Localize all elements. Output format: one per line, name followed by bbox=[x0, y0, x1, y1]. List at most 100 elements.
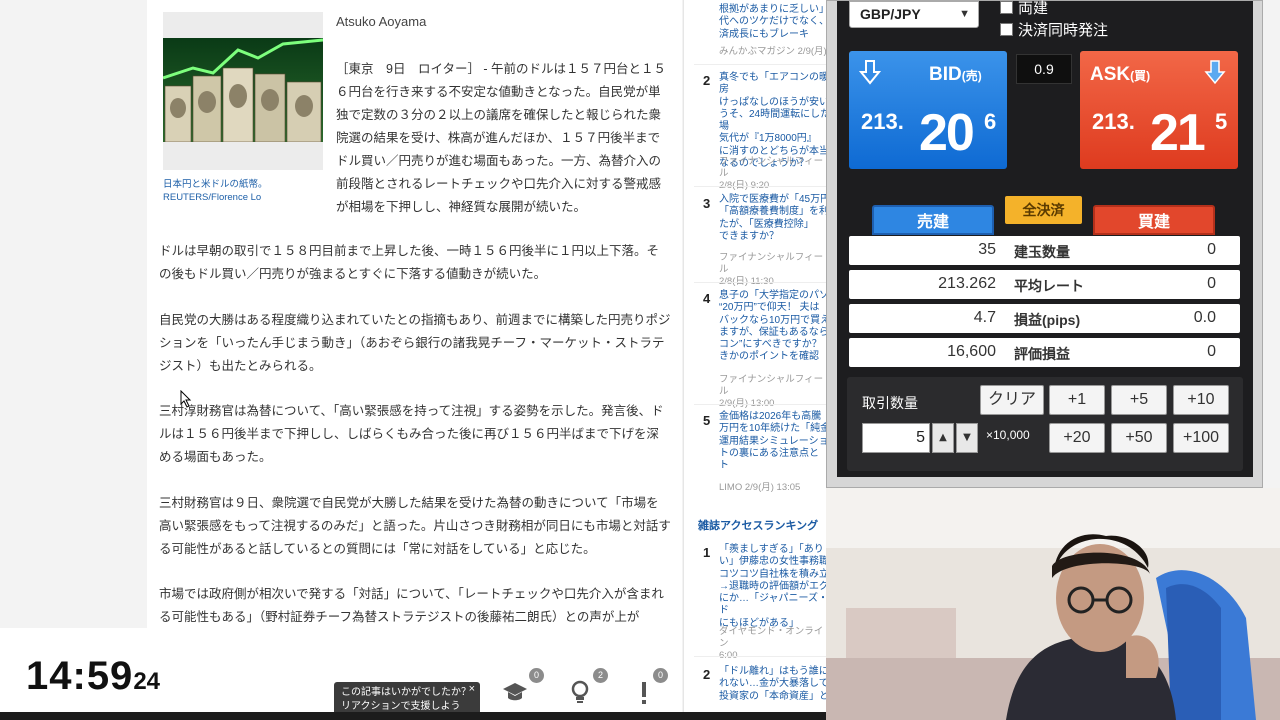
divider bbox=[694, 404, 828, 405]
article-paragraph: ドルは早朝の取引で１５８円目前まで上昇した後、一時１５６円後半に１円以上下落。そ… bbox=[159, 244, 660, 281]
lightbulb-icon[interactable] bbox=[570, 680, 590, 710]
graduation-cap-icon[interactable] bbox=[502, 680, 528, 708]
stream-clock: 14:5924 bbox=[0, 628, 203, 720]
ranking-item-title[interactable]: 息子の「大学指定のパソ “20万円”で仰天！ 夫は バックなら10万円で買え ま… bbox=[719, 290, 828, 364]
ranking-number: 5 bbox=[703, 413, 711, 428]
close-icon[interactable]: × bbox=[469, 682, 475, 696]
quantity-down-icon[interactable]: ▼ bbox=[956, 423, 978, 453]
article-paragraph: 自民党の大勝はある程度織り込まれていたとの指摘もあり、前週までに構築した円売りポ… bbox=[159, 313, 671, 373]
taskbar-strip bbox=[0, 712, 826, 720]
divider bbox=[694, 64, 828, 65]
simultaneous-checkbox-row[interactable]: 決済同時発注 bbox=[1000, 19, 1108, 40]
ranking-number: 2 bbox=[703, 667, 711, 682]
reaction-prompt-text: この記事はいかがでしたか？ リアクションで支援しよう bbox=[341, 687, 471, 712]
mouse-cursor-icon bbox=[180, 389, 192, 412]
average-rate-row: 213.262 平均レート 0 bbox=[849, 270, 1240, 299]
stat-label: 評価損益 bbox=[1014, 346, 1070, 362]
quantity-up-icon[interactable]: ▲ bbox=[932, 423, 954, 453]
buy-quantity: 0 bbox=[1207, 241, 1216, 258]
divider bbox=[694, 656, 828, 657]
reaction-count-badge: 0 bbox=[529, 668, 544, 683]
reaction-count-badge: 2 bbox=[593, 668, 608, 683]
trade-quantity-input[interactable]: 5 bbox=[862, 423, 930, 453]
add-5-button[interactable]: +5 bbox=[1111, 385, 1167, 415]
bid-sell-button[interactable]: BID(売) 213. 20 6 bbox=[849, 51, 1007, 169]
ranking-sidebar: 根拠があまりに乏しい」 代へのツケだけでなく、 済成長にもブレーキ みんかぶマガ… bbox=[683, 0, 828, 720]
bid-price-prefix: 213. bbox=[861, 109, 904, 134]
ranking-item-meta: みんかぶマガジン 2/9(月) bbox=[719, 46, 827, 57]
article-paragraph: 三村財務官は９日、衆院選で自民党が大勝した結果を受けた為替の動きについて「市場を… bbox=[159, 496, 671, 556]
position-quantity-row: 35 建玉数量 0 bbox=[849, 236, 1240, 265]
article-paragraph: 三村淳財務官は為替について、「高い緊張感を持って注視」する姿勢を示した。発言後、… bbox=[159, 404, 664, 464]
ask-price-prefix: 213. bbox=[1092, 109, 1135, 134]
ranking-number: 4 bbox=[703, 291, 711, 306]
ask-price-pip: 5 bbox=[1215, 109, 1228, 134]
author-name: Atsuko Aoyama bbox=[336, 14, 427, 29]
quantity-unit: ×10,000 bbox=[986, 428, 1030, 442]
article-body: 日本円と米ドルの紙幣。 REUTERS/Florence Lo Atsuko A… bbox=[147, 0, 682, 720]
currency-image bbox=[163, 38, 323, 142]
trade-quantity-label: 取引数量 bbox=[862, 395, 918, 411]
ranking-item-title[interactable]: 根拠があまりに乏しい」 代へのツケだけでなく、 済成長にもブレーキ bbox=[719, 4, 828, 41]
hedge-label: 両建 bbox=[1018, 0, 1049, 17]
simultaneous-order-label: 決済同時発注 bbox=[1018, 22, 1109, 39]
fx-trading-panel: GBP/JPY ▼ 両建 決済同時発注 BID(売) 213. 20 6 0.9… bbox=[826, 0, 1263, 488]
arrow-down-icon bbox=[859, 60, 881, 85]
ranking-item-title[interactable]: 「ドル離れ」はもう誰に れない…金が大暴落して 投資家の「本命資産」と bbox=[719, 666, 828, 703]
buy-pips: 0.0 bbox=[1193, 309, 1216, 326]
photo-caption[interactable]: 日本円と米ドルの紙幣。 REUTERS/Florence Lo bbox=[163, 178, 328, 204]
currency-pair-select[interactable]: GBP/JPY ▼ bbox=[849, 1, 979, 28]
buy-average-rate: 0 bbox=[1207, 275, 1216, 292]
sell-quantity: 35 bbox=[978, 241, 996, 258]
ask-label: ASK(買) bbox=[1090, 64, 1151, 85]
clear-button[interactable]: クリア bbox=[980, 385, 1044, 415]
trading-panel-body: GBP/JPY ▼ 両建 決済同時発注 BID(売) 213. 20 6 0.9… bbox=[837, 0, 1253, 477]
sell-position-tab[interactable]: 売建 bbox=[872, 205, 994, 235]
ranking-item-title[interactable]: 「羨ましすぎる」「あり い」伊藤忠の女性事務職 コツコツ自社株を積み立 →退職時… bbox=[719, 544, 828, 630]
hedge-checkbox[interactable] bbox=[1000, 1, 1013, 14]
stat-label: 損益(pips) bbox=[1014, 312, 1081, 328]
close-all-button[interactable]: 全決済 bbox=[1005, 196, 1082, 224]
add-20-button[interactable]: +20 bbox=[1049, 423, 1105, 453]
divider bbox=[694, 186, 828, 187]
stat-label: 建玉数量 bbox=[1014, 244, 1070, 260]
buy-position-tab[interactable]: 買建 bbox=[1093, 205, 1215, 235]
divider bbox=[694, 282, 828, 283]
add-100-button[interactable]: +100 bbox=[1173, 423, 1229, 453]
pips-pnl-row: 4.7 損益(pips) 0.0 bbox=[849, 304, 1240, 333]
magazine-ranking-heading[interactable]: 雑誌アクセスランキング bbox=[698, 517, 818, 533]
add-50-button[interactable]: +50 bbox=[1111, 423, 1167, 453]
ask-price-main: 21 bbox=[1150, 104, 1206, 162]
exclamation-icon[interactable] bbox=[638, 680, 650, 710]
bid-price-pip: 6 bbox=[984, 109, 997, 134]
ranking-number: 1 bbox=[703, 545, 711, 560]
ranking-item-title[interactable]: 入院で医療費が「45万円 「高額療養費制度」を利 たが、「医療費控除」 できます… bbox=[719, 194, 828, 243]
add-10-button[interactable]: +10 bbox=[1173, 385, 1229, 415]
article-paragraph: 市場では政府側が相次いで発する「対話」について、「レートチェックや口先介入が含ま… bbox=[159, 587, 664, 624]
valuation-pnl-row: 16,600 評価損益 0 bbox=[849, 338, 1240, 367]
ranking-item-meta: LIMO 2/9(月) 13:05 bbox=[719, 482, 801, 493]
clock-time: 14:5924 bbox=[26, 654, 161, 698]
bid-label: BID(売) bbox=[929, 64, 982, 85]
ranking-item-title[interactable]: 金価格は2026年も高騰 万円を10年続けた「純金 運用結果シミュレーショ トの… bbox=[719, 411, 828, 472]
ranking-number: 3 bbox=[703, 196, 711, 211]
buy-valuation: 0 bbox=[1207, 343, 1216, 360]
article-photo[interactable] bbox=[163, 12, 323, 170]
dropdown-arrow-icon: ▼ bbox=[959, 8, 970, 20]
webcam-feed bbox=[826, 488, 1280, 720]
sell-valuation: 16,600 bbox=[947, 343, 996, 360]
ranking-number: 2 bbox=[703, 73, 711, 88]
stat-label: 平均レート bbox=[1014, 278, 1084, 294]
sell-pips: 4.7 bbox=[973, 309, 996, 326]
arrow-down-icon bbox=[1204, 60, 1226, 85]
simultaneous-order-checkbox[interactable] bbox=[1000, 23, 1013, 36]
hedge-checkbox-row[interactable]: 両建 bbox=[1000, 0, 1048, 18]
article-lead-paragraph: ［東京 9日 ロイター］ - 午前のドルは１５７円台と１５６円台を行き来する不安… bbox=[336, 62, 667, 214]
ask-buy-button[interactable]: ASK(買) 213. 21 5 bbox=[1080, 51, 1238, 169]
add-1-button[interactable]: +1 bbox=[1049, 385, 1105, 415]
bid-price-main: 20 bbox=[919, 104, 975, 162]
reaction-count-badge: 0 bbox=[653, 668, 668, 683]
currency-pair-value: GBP/JPY bbox=[860, 6, 921, 22]
sell-average-rate: 213.262 bbox=[938, 275, 996, 292]
spread-display: 0.9 bbox=[1016, 54, 1072, 84]
